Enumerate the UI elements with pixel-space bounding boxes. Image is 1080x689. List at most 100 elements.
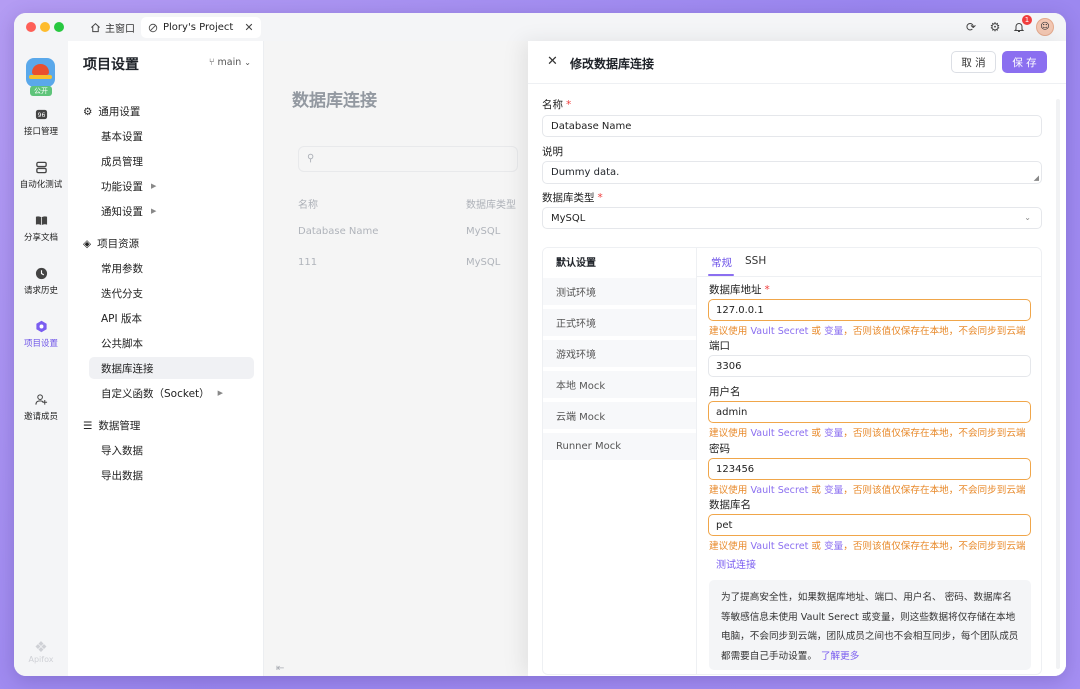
close-icon[interactable]: ✕ — [547, 54, 558, 69]
environment-list: 默认设置 测试环境 正式环境 游戏环境 本地 Mock 云端 Mock Runn… — [543, 248, 696, 674]
branch-selector[interactable]: ⑂ main ⌄ — [209, 57, 251, 68]
variable-link[interactable]: 变量 — [824, 428, 843, 439]
drawer-title: 修改数据库连接 — [570, 57, 655, 71]
sidebar-item-db-connections[interactable]: 数据库连接 — [89, 357, 254, 379]
user-label: 用户名 — [709, 386, 741, 398]
env-item-production[interactable]: 正式环境 — [543, 309, 696, 337]
resize-grip-icon[interactable]: ◢ — [1034, 174, 1039, 182]
env-item-local-mock[interactable]: 本地 Mock — [543, 371, 696, 399]
tab-ssh[interactable]: SSH — [745, 255, 766, 267]
caret-right-icon: ▶ — [151, 182, 157, 190]
minimize-window-button[interactable] — [40, 22, 50, 32]
port-input[interactable]: 3306 — [708, 355, 1031, 377]
sidebar-item-basic[interactable]: 基本设置 — [89, 125, 254, 147]
env-item-cloud-mock[interactable]: 云端 Mock — [543, 402, 696, 430]
refresh-icon[interactable]: ⟳ — [964, 20, 978, 34]
add-user-icon — [34, 394, 47, 405]
variable-link[interactable]: 变量 — [824, 326, 843, 337]
sidebar-item-custom-functions[interactable]: 自定义函数（Socket） ▶ — [89, 382, 254, 404]
edit-db-connection-drawer: ✕ 修改数据库连接 取 消 保 存 名称 * Database Name 说明 D… — [528, 41, 1066, 676]
env-item-test[interactable]: 测试环境 — [543, 278, 696, 306]
port-label: 端口 — [709, 340, 730, 352]
vault-secret-link[interactable]: Vault Secret — [750, 541, 808, 552]
variable-link[interactable]: 变量 — [824, 541, 843, 552]
gear-icon: ⚙ — [83, 105, 93, 118]
project-icon — [148, 23, 158, 32]
sidebar-item-branches[interactable]: 迭代分支 — [89, 282, 254, 304]
env-item-game[interactable]: 游戏环境 — [543, 340, 696, 368]
rail-item-history[interactable]: 请求历史 — [14, 267, 68, 296]
cancel-button[interactable]: 取 消 — [951, 51, 996, 73]
dbname-label: 数据库名 — [709, 499, 751, 511]
close-window-button[interactable] — [26, 22, 36, 32]
host-hint: 建议使用 Vault Secret 或 变量，否则该值仅保存在本地，不会同步到云… — [709, 326, 1026, 337]
rail-item-api[interactable]: 96 接口管理 — [14, 108, 68, 137]
tab-home[interactable]: 主窗口 — [84, 18, 141, 37]
gear-icon[interactable]: ⚙ — [988, 20, 1002, 34]
chevron-down-icon: ⌄ — [1024, 213, 1031, 222]
tab-general[interactable]: 常规 — [711, 255, 732, 270]
sidebar-item-notify[interactable]: 通知设置 ▶ — [89, 200, 254, 222]
password-hint: 建议使用 Vault Secret 或 变量，否则该值仅保存在本地，不会同步到云… — [709, 485, 1026, 496]
username-input[interactable]: admin — [708, 401, 1031, 423]
username-hint: 建议使用 Vault Secret 或 变量，否则该值仅保存在本地，不会同步到云… — [709, 428, 1026, 439]
sidebar-item-members[interactable]: 成员管理 — [89, 150, 254, 172]
book-icon — [35, 216, 47, 226]
type-label: 数据库类型 * — [542, 192, 603, 204]
rail-item-docs[interactable]: 分享文档 — [14, 214, 68, 243]
host-label: 数据库地址 * — [709, 284, 770, 296]
name-input[interactable]: Database Name — [542, 115, 1042, 137]
bell-icon[interactable]: 1 — [1012, 15, 1032, 34]
desc-textarea[interactable]: Dummy data. ◢ — [542, 161, 1042, 184]
group-general: ⚙ 通用设置 — [83, 105, 141, 119]
tab-home-label: 主窗口 — [105, 24, 135, 35]
project-logo[interactable] — [26, 58, 55, 87]
chevron-down-icon: ⌄ — [244, 58, 251, 67]
password-input[interactable]: 123456 — [708, 458, 1031, 480]
svg-text:96: 96 — [37, 112, 45, 119]
test-connection-link[interactable]: 测试连接 — [716, 556, 756, 571]
left-rail: 公开 96 接口管理 自动化测试 分享文档 请求历史 项目设置 邀请成员 ❖ A… — [14, 41, 68, 676]
variable-link[interactable]: 变量 — [824, 485, 843, 496]
rail-item-settings[interactable]: 项目设置 — [14, 320, 68, 349]
sidebar-item-api-version[interactable]: API 版本 — [89, 307, 254, 329]
tab-project-label: Plory's Project — [163, 22, 234, 33]
save-button[interactable]: 保 存 — [1002, 51, 1047, 73]
divider — [697, 276, 1041, 277]
group-data: ☰ 数据管理 — [83, 419, 141, 433]
sidebar-item-import[interactable]: 导入数据 — [89, 439, 254, 461]
sidebar-item-scripts[interactable]: 公共脚本 — [89, 332, 254, 354]
name-label: 名称 * — [542, 99, 572, 111]
db-type-select[interactable]: MySQL ⌄ — [542, 207, 1042, 229]
sidebar-item-export[interactable]: 导出数据 — [89, 464, 254, 486]
vault-secret-link[interactable]: Vault Secret — [750, 428, 808, 439]
scrollbar[interactable] — [1056, 99, 1060, 669]
rail-item-automation[interactable]: 自动化测试 — [14, 161, 68, 190]
database-icon: ☰ — [83, 419, 93, 432]
env-item-runner-mock[interactable]: Runner Mock — [543, 433, 696, 461]
learn-more-link[interactable]: 了解更多 — [821, 651, 859, 662]
close-tab-icon[interactable]: ✕ — [244, 21, 253, 34]
environment-settings: 常规 SSH 数据库地址 * 127.0.0.1 建议使用 Vault Secre… — [696, 248, 1041, 674]
vault-secret-link[interactable]: Vault Secret — [750, 326, 808, 337]
dbname-hint: 建议使用 Vault Secret 或 变量，否则该值仅保存在本地，不会同步到云… — [709, 541, 1026, 552]
user-avatar[interactable]: ☺ — [1036, 18, 1054, 36]
caret-right-icon: ▶ — [217, 389, 224, 397]
host-input[interactable]: 127.0.0.1 — [708, 299, 1031, 321]
settings-hex-icon — [35, 320, 47, 333]
sidebar-item-params[interactable]: 常用参数 — [89, 257, 254, 279]
desc-label: 说明 — [542, 146, 563, 158]
sidebar-item-features[interactable]: 功能设置 ▶ — [89, 175, 254, 197]
settings-sidebar: 项目设置 ⑂ main ⌄ ⚙ 通用设置 基本设置 成员管理 功能设置 ▶ 通知设… — [68, 41, 264, 676]
vault-secret-link[interactable]: Vault Secret — [750, 485, 808, 496]
tab-project[interactable]: Plory's Project ✕ — [141, 17, 261, 38]
rail-item-invite[interactable]: 邀请成员 — [14, 393, 68, 422]
maximize-window-button[interactable] — [54, 22, 64, 32]
api-icon: 96 — [35, 109, 47, 120]
env-item-default[interactable]: 默认设置 — [543, 248, 696, 276]
security-note: 为了提高安全性，如果数据库地址、端口、用户名、 密码、数据库名等敏感信息未使用 … — [709, 580, 1031, 670]
group-resources: ◈ 项目资源 — [83, 237, 140, 251]
caret-right-icon: ▶ — [151, 207, 157, 215]
dbname-input[interactable]: pet — [708, 514, 1031, 536]
apifox-brand: ❖ Apifox — [14, 639, 68, 664]
